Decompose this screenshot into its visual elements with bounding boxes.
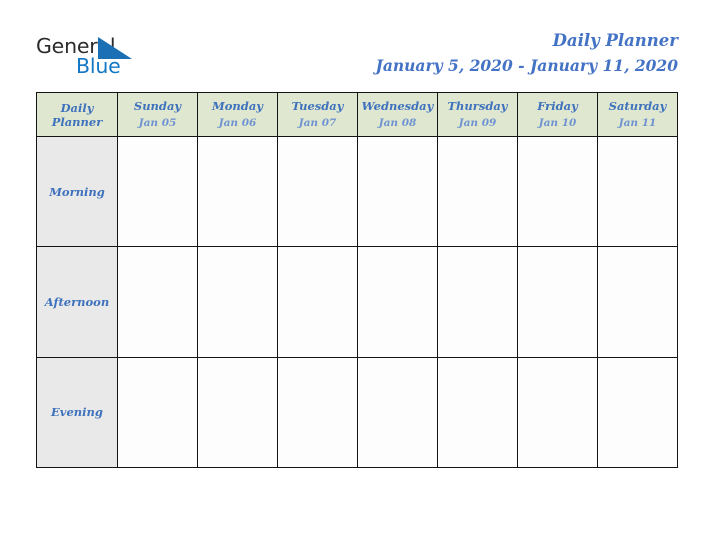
day-name-friday: Friday bbox=[537, 98, 578, 113]
day-date-saturday: Jan 11 bbox=[618, 116, 657, 129]
table-row-morning: Morning bbox=[36, 135, 678, 248]
slot-evening-wednesday[interactable] bbox=[357, 356, 438, 469]
header-cell-saturday: Saturday Jan 11 bbox=[597, 92, 678, 137]
day-date-thursday: Jan 09 bbox=[458, 116, 497, 129]
row-label-afternoon: Afternoon bbox=[36, 246, 118, 358]
day-date-monday: Jan 06 bbox=[218, 116, 257, 129]
slot-morning-wednesday[interactable] bbox=[357, 135, 438, 248]
header-cell-friday: Friday Jan 10 bbox=[517, 92, 598, 137]
table-header-row: Daily Planner Sunday Jan 05 Monday Jan 0… bbox=[36, 92, 678, 137]
corner-label-line1: Daily bbox=[60, 100, 94, 115]
slot-evening-saturday[interactable] bbox=[597, 356, 678, 469]
brand-logo[interactable]: General Blue bbox=[36, 34, 236, 84]
day-name-wednesday: Wednesday bbox=[361, 98, 434, 113]
daily-planner-table: Daily Planner Sunday Jan 05 Monday Jan 0… bbox=[36, 92, 678, 469]
row-label-text: Evening bbox=[51, 405, 103, 420]
row-label-text: Afternoon bbox=[44, 294, 110, 309]
header-cell-tuesday: Tuesday Jan 07 bbox=[277, 92, 358, 137]
header-cell-monday: Monday Jan 06 bbox=[197, 92, 278, 137]
slot-afternoon-monday[interactable] bbox=[197, 246, 278, 358]
day-name-saturday: Saturday bbox=[608, 98, 667, 113]
day-name-tuesday: Tuesday bbox=[291, 98, 344, 113]
header-cell-corner: Daily Planner bbox=[36, 92, 118, 137]
day-name-monday: Monday bbox=[212, 98, 263, 113]
slot-afternoon-thursday[interactable] bbox=[437, 246, 518, 358]
slot-evening-sunday[interactable] bbox=[117, 356, 198, 469]
header-cell-wednesday: Wednesday Jan 08 bbox=[357, 92, 438, 137]
day-date-friday: Jan 10 bbox=[538, 116, 577, 129]
slot-afternoon-saturday[interactable] bbox=[597, 246, 678, 358]
slot-evening-tuesday[interactable] bbox=[277, 356, 358, 469]
row-label-text: Morning bbox=[49, 184, 105, 199]
slot-afternoon-friday[interactable] bbox=[517, 246, 598, 358]
row-label-morning: Morning bbox=[36, 135, 118, 248]
slot-morning-sunday[interactable] bbox=[117, 135, 198, 248]
slot-morning-saturday[interactable] bbox=[597, 135, 678, 248]
day-date-wednesday: Jan 08 bbox=[378, 116, 417, 129]
page-title: Daily Planner bbox=[552, 31, 678, 50]
table-row-evening: Evening bbox=[36, 356, 678, 469]
date-range-subtitle: January 5, 2020 - January 11, 2020 bbox=[375, 56, 679, 75]
header-cell-sunday: Sunday Jan 05 bbox=[117, 92, 198, 137]
planner-table-container: Daily Planner Sunday Jan 05 Monday Jan 0… bbox=[36, 92, 678, 469]
slot-afternoon-sunday[interactable] bbox=[117, 246, 198, 358]
slot-morning-thursday[interactable] bbox=[437, 135, 518, 248]
corner-label-line2: Planner bbox=[51, 114, 103, 129]
slot-evening-thursday[interactable] bbox=[437, 356, 518, 469]
slot-evening-friday[interactable] bbox=[517, 356, 598, 469]
table-row-afternoon: Afternoon bbox=[36, 246, 678, 358]
slot-morning-tuesday[interactable] bbox=[277, 135, 358, 248]
day-name-sunday: Sunday bbox=[133, 98, 182, 113]
day-date-sunday: Jan 05 bbox=[138, 116, 177, 129]
day-name-thursday: Thursday bbox=[447, 98, 508, 113]
day-date-tuesday: Jan 07 bbox=[298, 116, 337, 129]
page-header: General Blue Daily Planner January 5, 20… bbox=[0, 0, 712, 92]
slot-evening-monday[interactable] bbox=[197, 356, 278, 469]
slot-morning-friday[interactable] bbox=[517, 135, 598, 248]
title-block: Daily Planner January 5, 2020 - January … bbox=[376, 30, 679, 77]
row-label-evening: Evening bbox=[36, 356, 118, 469]
slot-morning-monday[interactable] bbox=[197, 135, 278, 248]
slot-afternoon-wednesday[interactable] bbox=[357, 246, 438, 358]
header-cell-thursday: Thursday Jan 09 bbox=[437, 92, 518, 137]
brand-name-blue: Blue bbox=[76, 54, 121, 78]
slot-afternoon-tuesday[interactable] bbox=[277, 246, 358, 358]
